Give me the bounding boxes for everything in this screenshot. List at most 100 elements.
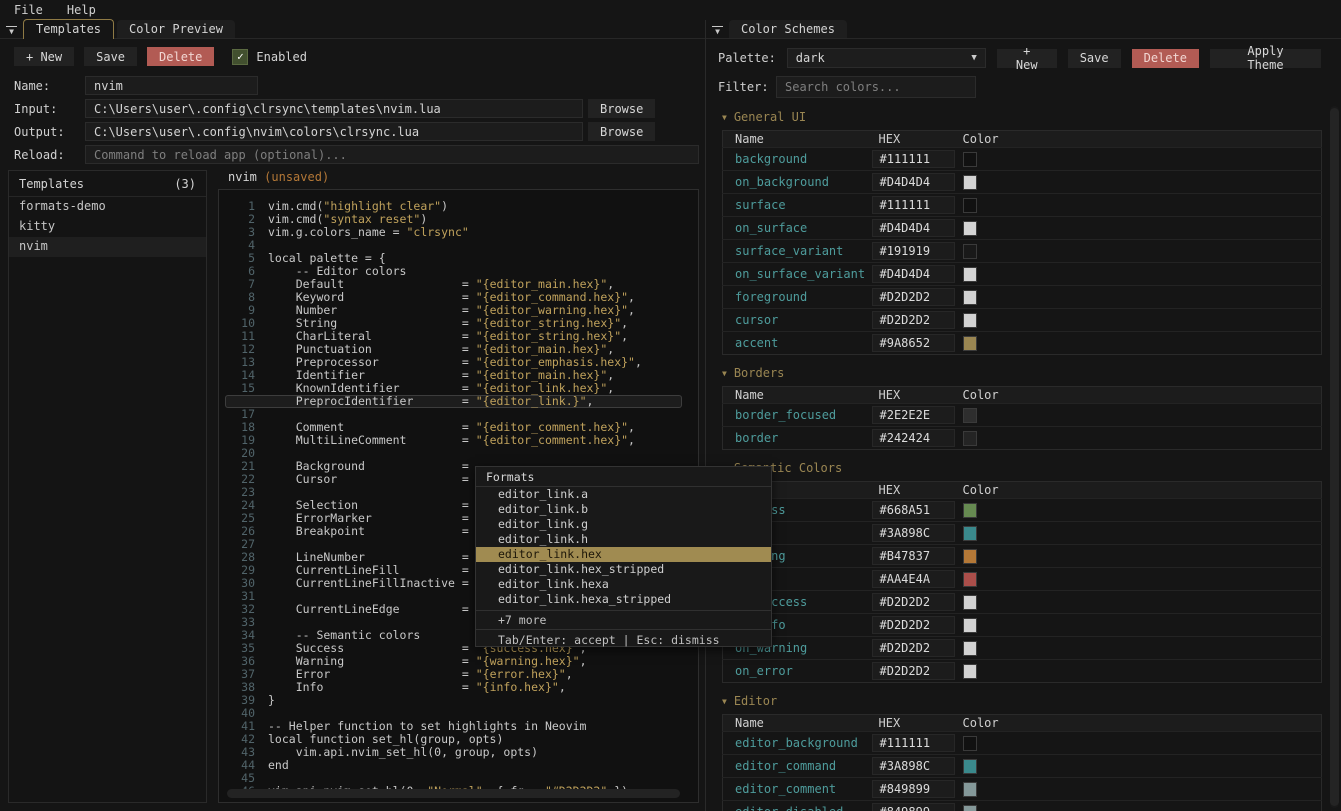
format-suggestion[interactable]: editor_link.hex: [476, 547, 771, 562]
color-swatch[interactable]: [963, 175, 977, 190]
scrollbar-thumb[interactable]: [1330, 108, 1339, 806]
popup-title: Formats: [476, 467, 771, 487]
collapse-panel-icon[interactable]: ▼: [6, 26, 17, 35]
hex-value-field[interactable]: #111111: [872, 196, 955, 214]
color-swatch[interactable]: [963, 641, 977, 656]
template-list-item[interactable]: nvim: [9, 237, 206, 257]
code-line[interactable]: PreprocIdentifier = "{editor_link.}",: [225, 395, 682, 408]
format-suggestion[interactable]: editor_link.g: [476, 517, 771, 532]
color-swatch[interactable]: [963, 549, 977, 564]
color-swatch[interactable]: [963, 618, 977, 633]
panel-vertical-scrollbar[interactable]: [1330, 106, 1339, 808]
section-header[interactable]: ▼Semantic Colors: [722, 461, 1341, 481]
input-browse-button[interactable]: Browse: [588, 99, 655, 118]
hex-value-field[interactable]: #849899: [872, 803, 955, 811]
code-line[interactable]: 19 MultiLineComment = "{editor_comment.h…: [225, 434, 698, 447]
hex-value-field[interactable]: #B47837: [872, 547, 955, 565]
section-header[interactable]: ▼Editor: [722, 694, 1341, 714]
new-palette-button[interactable]: + New: [997, 49, 1057, 68]
templates-list: Templates (3) formats-demokittynvim: [8, 170, 207, 803]
color-swatch[interactable]: [963, 664, 977, 679]
hex-value-field[interactable]: #D4D4D4: [872, 173, 955, 191]
color-swatch[interactable]: [963, 336, 977, 351]
color-swatch[interactable]: [963, 595, 977, 610]
color-swatch[interactable]: [963, 526, 977, 541]
color-swatch[interactable]: [963, 244, 977, 259]
color-swatch[interactable]: [963, 152, 977, 167]
color-swatch[interactable]: [963, 313, 977, 328]
color-swatch[interactable]: [963, 736, 977, 751]
hex-value-field[interactable]: #D4D4D4: [872, 219, 955, 237]
save-palette-button[interactable]: Save: [1068, 49, 1121, 68]
color-swatch[interactable]: [963, 572, 977, 587]
delete-palette-button[interactable]: Delete: [1132, 49, 1199, 68]
editor-horizontal-scrollbar[interactable]: [227, 789, 680, 798]
format-suggestion[interactable]: editor_link.h: [476, 532, 771, 547]
hex-value-field[interactable]: #D2D2D2: [872, 662, 955, 680]
hex-value-field[interactable]: #2E2E2E: [872, 406, 955, 424]
enabled-checkbox[interactable]: ✓: [232, 49, 248, 65]
code-line[interactable]: 43 vim.api.nvim_set_hl(0, group, opts): [225, 746, 698, 759]
hex-value-field[interactable]: #191919: [872, 242, 955, 260]
hex-value-field[interactable]: #849899: [872, 780, 955, 798]
color-swatch[interactable]: [963, 431, 977, 446]
color-swatch[interactable]: [963, 267, 977, 282]
output-browse-button[interactable]: Browse: [588, 122, 655, 141]
section-collapse-icon[interactable]: ▼: [722, 697, 727, 706]
format-suggestion[interactable]: editor_link.a: [476, 487, 771, 502]
hex-value-field[interactable]: #3A898C: [872, 757, 955, 775]
color-swatch[interactable]: [963, 503, 977, 518]
code-line[interactable]: 3vim.g.colors_name = "clrsync": [225, 226, 698, 239]
hex-value-field[interactable]: #D2D2D2: [872, 593, 955, 611]
hex-value-field[interactable]: #D2D2D2: [872, 616, 955, 634]
hex-value-field[interactable]: #242424: [872, 429, 955, 447]
color-swatch[interactable]: [963, 290, 977, 305]
section-header[interactable]: ▼General UI: [722, 110, 1341, 130]
hex-value-field[interactable]: #D4D4D4: [872, 265, 955, 283]
tab-color-schemes[interactable]: Color Schemes: [729, 20, 847, 38]
collapse-panel-icon[interactable]: ▼: [712, 26, 723, 35]
color-swatch[interactable]: [963, 782, 977, 797]
save-template-button[interactable]: Save: [84, 47, 137, 66]
output-path-field[interactable]: [85, 122, 583, 141]
hex-value-field[interactable]: #111111: [872, 734, 955, 752]
popup-more-item[interactable]: +7 more: [476, 610, 771, 629]
template-list-item[interactable]: kitty: [9, 217, 206, 237]
code-line[interactable]: 39}: [225, 694, 698, 707]
tab-color-preview[interactable]: Color Preview: [117, 20, 235, 38]
color-swatch[interactable]: [963, 805, 977, 811]
hex-value-field[interactable]: #668A51: [872, 501, 955, 519]
section-header[interactable]: ▼Borders: [722, 366, 1341, 386]
format-suggestion[interactable]: editor_link.hexa_stripped: [476, 592, 771, 607]
format-suggestion[interactable]: editor_link.hexa: [476, 577, 771, 592]
reload-command-field[interactable]: [85, 145, 699, 164]
new-template-button[interactable]: + New: [14, 47, 74, 66]
section-collapse-icon[interactable]: ▼: [722, 369, 727, 378]
color-search-input[interactable]: [776, 76, 976, 98]
hex-value-field[interactable]: #D2D2D2: [872, 288, 955, 306]
hex-value-field[interactable]: #D2D2D2: [872, 311, 955, 329]
format-suggestion[interactable]: editor_link.hex_stripped: [476, 562, 771, 577]
hex-value-field[interactable]: #AA4E4A: [872, 570, 955, 588]
menu-help[interactable]: Help: [67, 3, 96, 17]
name-field[interactable]: [85, 76, 258, 95]
code-line[interactable]: 44end: [225, 759, 698, 772]
hex-value-field[interactable]: #D2D2D2: [872, 639, 955, 657]
section-collapse-icon[interactable]: ▼: [722, 113, 727, 122]
hex-value-field[interactable]: #111111: [872, 150, 955, 168]
color-swatch[interactable]: [963, 198, 977, 213]
template-list-item[interactable]: formats-demo: [9, 197, 206, 217]
color-swatch[interactable]: [963, 759, 977, 774]
hex-value-field[interactable]: #3A898C: [872, 524, 955, 542]
palette-dropdown[interactable]: dark ▼: [787, 48, 986, 68]
hex-value-field[interactable]: #9A8652: [872, 334, 955, 352]
menu-file[interactable]: File: [14, 3, 43, 17]
input-path-field[interactable]: [85, 99, 583, 118]
format-suggestion[interactable]: editor_link.b: [476, 502, 771, 517]
apply-theme-button[interactable]: Apply Theme: [1210, 49, 1321, 68]
delete-template-button[interactable]: Delete: [147, 47, 214, 66]
color-swatch[interactable]: [963, 408, 977, 423]
color-swatch[interactable]: [963, 221, 977, 236]
code-line[interactable]: 38 Info = "{info.hex}",: [225, 681, 698, 694]
tab-templates[interactable]: Templates: [23, 19, 114, 39]
